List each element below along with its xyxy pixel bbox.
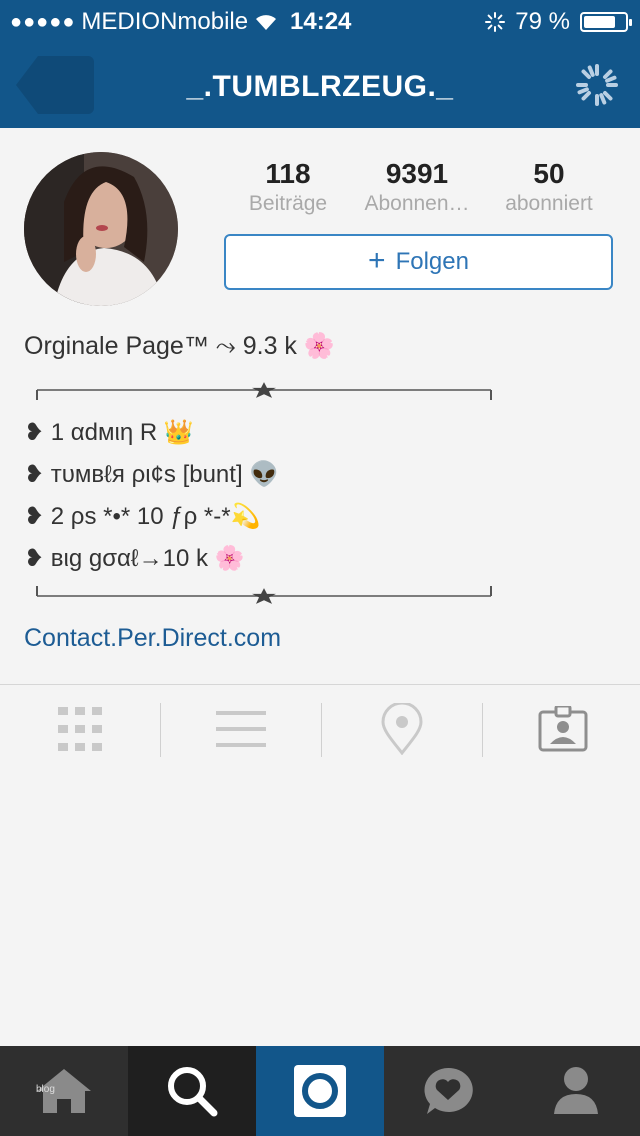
tagged-photos-icon: [538, 706, 588, 752]
camera-icon: [294, 1065, 346, 1117]
tab-home[interactable]: blog: [0, 1046, 128, 1136]
blog-watermark: blog: [36, 1084, 55, 1095]
profile-icon: [554, 1067, 598, 1114]
signal-strength-icon: ●●●●●: [10, 10, 76, 33]
navigation-bar: _.TUMBLRZEUG._: [0, 42, 640, 128]
followers-count[interactable]: 9391 Abonnen…: [354, 158, 480, 216]
activity-heart-icon: [424, 1067, 473, 1114]
bio-bottom-divider: [36, 586, 492, 604]
tab-activity[interactable]: [384, 1046, 512, 1136]
follow-button[interactable]: + Folgen: [224, 234, 613, 290]
bio-line: ❥ 2 ρs *•* 10 ƒρ *-*💫: [24, 503, 261, 530]
tab-tagged[interactable]: [483, 685, 640, 773]
plus-icon: +: [368, 243, 386, 277]
tab-list[interactable]: [161, 685, 321, 773]
followers-count-value: 9391: [385, 158, 449, 189]
loading-spinner-icon[interactable]: [576, 64, 618, 106]
avatar-image: [24, 152, 178, 306]
tab-grid[interactable]: [0, 685, 160, 773]
tab-profile[interactable]: [512, 1046, 640, 1136]
avatar[interactable]: [24, 152, 178, 306]
follow-button-label: Folgen: [395, 248, 469, 275]
grid-icon: [58, 707, 102, 751]
location-pin-icon: [381, 703, 423, 755]
bio-line: ❥ вιg gσαℓ→10 k 🌸: [24, 545, 245, 572]
status-time: 14:24: [290, 8, 352, 35]
followers-count-label: Abonnen…: [364, 192, 470, 215]
following-count[interactable]: 50 abonniert: [494, 158, 604, 216]
battery-percent: 79 %: [515, 8, 570, 35]
view-mode-tabs: [0, 684, 640, 774]
list-icon: [216, 711, 266, 747]
following-count-label: abonniert: [505, 192, 593, 215]
profile-header: 118 Beiträge 9391 Abonnen… 50 abonniert …: [0, 128, 640, 684]
bio-line: ❥ 1 αdмιη R 👑: [24, 419, 194, 446]
battery-icon: [580, 12, 632, 32]
posts-count-label: Beiträge: [248, 192, 328, 215]
bio-title: Orginale Page™ ⤳ 9.3 k 🌸: [24, 332, 335, 360]
posts-count[interactable]: 118 Beiträge: [236, 158, 340, 216]
posts-count-value: 118: [265, 158, 311, 189]
bio-line: ❥ тυмвℓя ρι¢s [bunt] 👽: [24, 461, 280, 488]
tab-map[interactable]: [322, 685, 482, 773]
activity-spinner-icon: [485, 12, 506, 32]
profile-username-title: _.TUMBLRZEUG._: [186, 70, 454, 103]
bottom-tab-bar: blog: [0, 1046, 640, 1136]
bio-top-divider: [36, 382, 492, 400]
website-link[interactable]: Contact.Per.Direct.com: [24, 624, 281, 653]
status-right: 79 %: [485, 8, 632, 36]
tab-camera[interactable]: [256, 1046, 384, 1136]
tab-search[interactable]: [128, 1046, 256, 1136]
search-icon: [168, 1067, 218, 1117]
posts-content-area: [0, 773, 640, 1046]
carrier-name: MEDIONmobile: [81, 8, 249, 35]
battery-fill: [584, 16, 615, 28]
status-bar: ●●●●● MEDIONmobile 14:24 79 %: [0, 0, 640, 42]
wifi-icon: [256, 15, 277, 30]
status-left: ●●●●● MEDIONmobile: [10, 8, 278, 36]
following-count-value: 50: [533, 158, 565, 189]
